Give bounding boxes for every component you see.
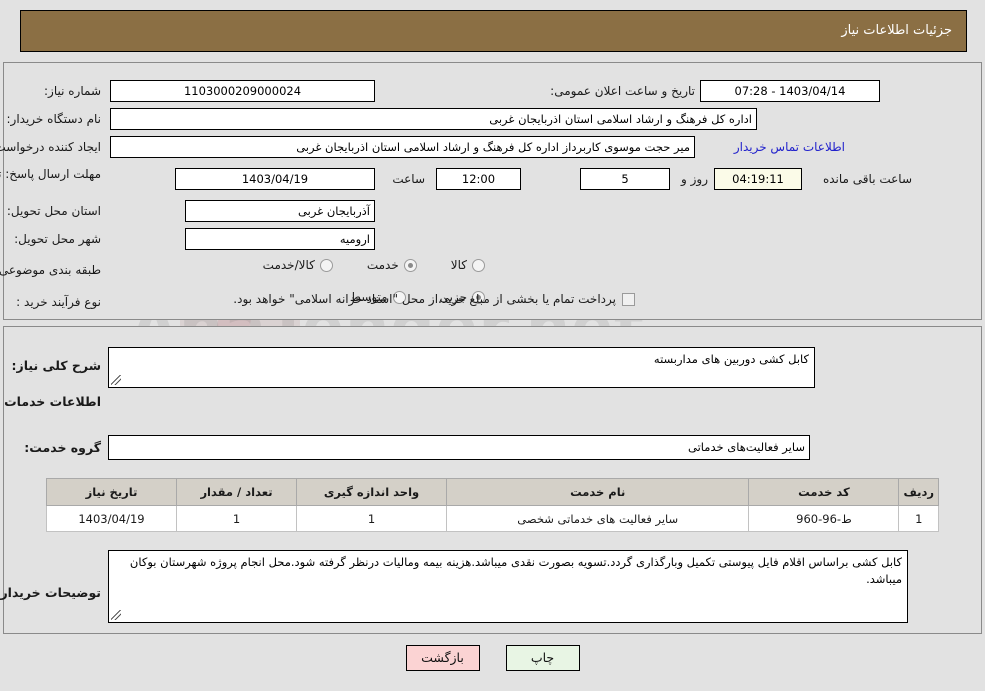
- creator-label: ایجاد کننده درخواست:: [0, 140, 101, 154]
- city-value: ارومیه: [185, 228, 375, 250]
- cell-need-date: 1403/04/19: [46, 505, 177, 532]
- buyer-org-label: نام دستگاه خریدار:: [6, 112, 102, 126]
- table-body: 1 ط-96-960 سایر فعالیت های خدماتی شخصی 1 1 14…: [46, 505, 939, 532]
- deadline-date-value: 1403/04/19: [175, 168, 375, 190]
- category-radio-1[interactable]: [403, 258, 417, 272]
- back-button[interactable]: بازگشت: [405, 645, 480, 671]
- table-header-row: ردیف کد خدمت نام خدمت واحد اندازه گیری تعداد…: [46, 478, 939, 506]
- category-radio-label-2: کالا/خدمت: [262, 258, 315, 272]
- remaining-time-label: ساعت باقی مانده: [822, 172, 912, 186]
- cell-row-no: 1: [898, 505, 939, 532]
- category-option-1[interactable]: خدمت: [367, 258, 417, 272]
- services-table-wrap: ردیف کد خدمت نام خدمت واحد اندازه گیری تعداد…: [46, 478, 939, 532]
- need-number-label: شماره نیاز:: [44, 84, 101, 98]
- table-header-cell-3: واحد اندازه گیری: [296, 478, 447, 506]
- creator-value: میر حجت موسوی کاربرداز اداره کل فرهنگ و …: [110, 136, 695, 158]
- buyer-org-value: اداره کل فرهنگ و ارشاد اسلامی استان اذرب…: [110, 108, 757, 130]
- table-header-cell-1: کد خدمت: [748, 478, 900, 506]
- remaining-time-value: 04:19:11: [714, 168, 802, 190]
- page-root: AnaTender.net جزئیات اطلاعات نیاز شماره …: [0, 0, 985, 691]
- city-label: شهر محل تحویل:: [14, 232, 101, 246]
- treasury-checkbox-wrap[interactable]: پرداخت تمام یا بخشی از مبلغ خرید،از محل …: [233, 292, 635, 306]
- general-desc-textarea[interactable]: کابل کشی دوربین های مداربسته: [108, 347, 815, 388]
- print-button[interactable]: چاپ: [505, 645, 580, 671]
- category-radio-label-0: کالا: [450, 258, 467, 272]
- action-button-bar: چاپ بازگشت: [0, 645, 985, 671]
- category-radio-0[interactable]: [472, 258, 485, 272]
- general-desc-label: شرح کلی نیاز:: [11, 358, 101, 373]
- remaining-days-value: 5: [580, 168, 670, 190]
- category-radio-label-1: خدمت: [366, 258, 399, 272]
- process-label: نوع فرآیند خرید :: [16, 295, 101, 309]
- buyer-notes-textarea[interactable]: کابل کشی براساس اقلام فایل پیوستی تکمیل …: [108, 550, 908, 623]
- cell-unit: 1: [296, 505, 447, 532]
- category-label: طبقه بندی موضوعی:: [0, 263, 101, 277]
- treasury-checkbox[interactable]: [622, 292, 635, 306]
- service-group-label: گروه خدمت:: [24, 440, 101, 455]
- table-header-cell-5: تاریخ نیاز: [46, 478, 177, 506]
- table-header-cell-2: نام خدمت: [445, 478, 750, 506]
- category-radio-2[interactable]: [319, 258, 333, 272]
- public-announce-label: تاریخ و ساعت اعلان عمومی:: [550, 84, 695, 98]
- category-radio-group[interactable]: کالا خدمت کالا/خدمت: [229, 258, 485, 272]
- table-row[interactable]: 1 ط-96-960 سایر فعالیت های خدماتی شخصی 1 1 14…: [46, 505, 939, 532]
- deadline-time-value: 12:00: [436, 168, 521, 190]
- deadline-hour-label: ساعت: [392, 172, 425, 186]
- province-label: استان محل تحویل:: [6, 204, 101, 218]
- province-value: آذربایجان غربی: [185, 200, 375, 222]
- category-option-0[interactable]: کالا: [451, 258, 485, 272]
- need-number-value: 1103000209000024: [110, 80, 375, 102]
- cell-service-name: سایر فعالیت های خدماتی شخصی: [445, 505, 750, 532]
- services-table: ردیف کد خدمت نام خدمت واحد اندازه گیری تعداد…: [46, 478, 939, 532]
- page-header-bar: جزئیات اطلاعات نیاز: [20, 10, 967, 52]
- public-announce-value: 1403/04/14 - 07:28: [700, 80, 880, 102]
- page-title: جزئیات اطلاعات نیاز: [841, 23, 952, 38]
- category-option-2[interactable]: کالا/خدمت: [263, 258, 333, 272]
- table-header-cell-0: ردیف: [898, 478, 939, 506]
- cell-service-code: ط-96-960: [748, 505, 900, 532]
- treasury-note-label: پرداخت تمام یا بخشی از مبلغ خرید،از محل …: [233, 292, 616, 306]
- buyer-notes-label: توضیحات خریدار:: [0, 585, 101, 600]
- deadline-label: مهلت ارسال پاسخ: تا تاریخ:: [0, 167, 101, 181]
- buyer-contact-link[interactable]: اطلاعات تماس خریدار: [734, 136, 845, 158]
- services-section-title: اطلاعات خدمات مورد نیاز: [0, 394, 101, 409]
- remaining-days-label: روز و: [681, 172, 708, 186]
- service-group-value: سایر فعالیت‌های خدماتی: [108, 435, 810, 460]
- table-header-cell-4: تعداد / مقدار: [176, 478, 297, 506]
- cell-quantity: 1: [176, 505, 297, 532]
